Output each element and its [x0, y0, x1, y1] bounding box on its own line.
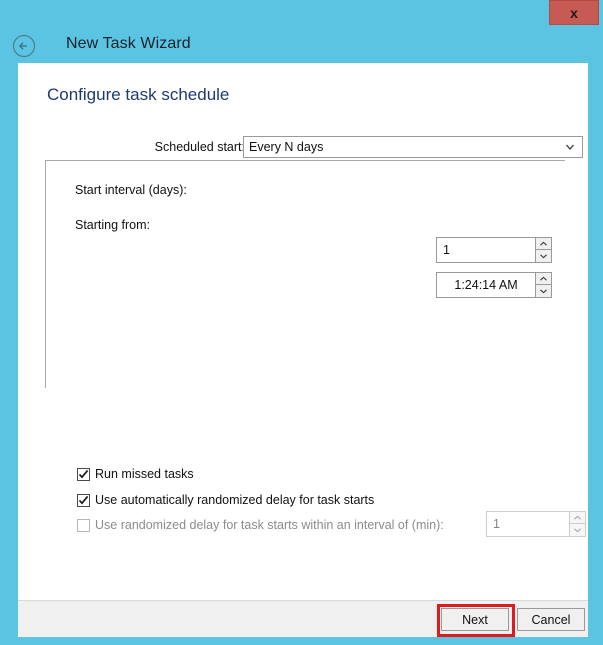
- spinner-down-icon: [569, 524, 586, 537]
- content-panel: Configure task schedule Scheduled start:…: [18, 63, 588, 600]
- next-button[interactable]: Next: [441, 608, 509, 631]
- cancel-button[interactable]: Cancel: [517, 608, 585, 631]
- starting-from-arrows: [535, 272, 552, 298]
- spinner-down-icon[interactable]: [535, 250, 552, 263]
- new-task-wizard-window: x New Task Wizard Configure task schedul…: [0, 0, 603, 645]
- checkbox-box: [77, 518, 90, 532]
- starting-from-label: Starting from:: [75, 218, 151, 232]
- run-missed-tasks-checkbox[interactable]: Run missed tasks: [77, 467, 194, 481]
- spinner-up-icon[interactable]: [535, 272, 552, 285]
- checkmark-icon: [78, 495, 89, 505]
- close-button[interactable]: x: [549, 0, 599, 25]
- scheduled-start-value: Every N days: [249, 140, 324, 154]
- starting-from-input[interactable]: 1:24:14 AM: [436, 272, 535, 298]
- chevron-down-icon: [564, 141, 576, 153]
- randomized-delay-input: 1: [486, 511, 569, 537]
- circled-left-arrow-icon: [12, 34, 36, 58]
- spinner-up-icon: [569, 511, 586, 524]
- start-interval-spinner[interactable]: 1: [436, 237, 552, 263]
- title-bar: x New Task Wizard: [0, 0, 603, 63]
- starting-from-spinner[interactable]: 1:24:14 AM: [436, 272, 552, 298]
- spinner-down-icon[interactable]: [535, 285, 552, 298]
- close-icon: x: [570, 4, 578, 21]
- back-button[interactable]: [12, 34, 36, 58]
- footer-bar: Next Cancel: [18, 600, 588, 637]
- randomized-delay-interval-label: Use randomized delay for task starts wit…: [95, 518, 444, 532]
- spinner-up-icon[interactable]: [535, 237, 552, 250]
- checkmark-icon: [78, 469, 89, 479]
- window-title: New Task Wizard: [66, 35, 191, 52]
- start-interval-input[interactable]: 1: [436, 237, 535, 263]
- checkbox-box: [77, 493, 90, 507]
- randomized-delay-interval-checkbox: Use randomized delay for task starts wit…: [77, 518, 444, 532]
- start-interval-arrows: [535, 237, 552, 263]
- start-interval-label: Start interval (days):: [75, 183, 187, 197]
- auto-randomized-delay-label: Use automatically randomized delay for t…: [95, 493, 375, 507]
- checkbox-box: [77, 467, 90, 481]
- randomized-delay-arrows: [569, 511, 586, 537]
- run-missed-tasks-label: Run missed tasks: [95, 467, 194, 481]
- randomized-delay-spinner: 1: [486, 511, 586, 537]
- auto-randomized-delay-checkbox[interactable]: Use automatically randomized delay for t…: [77, 493, 374, 507]
- page-title: Configure task schedule: [47, 85, 230, 104]
- scheduled-start-dropdown[interactable]: Every N days: [243, 136, 583, 158]
- scheduled-start-label: Scheduled start:: [154, 140, 245, 154]
